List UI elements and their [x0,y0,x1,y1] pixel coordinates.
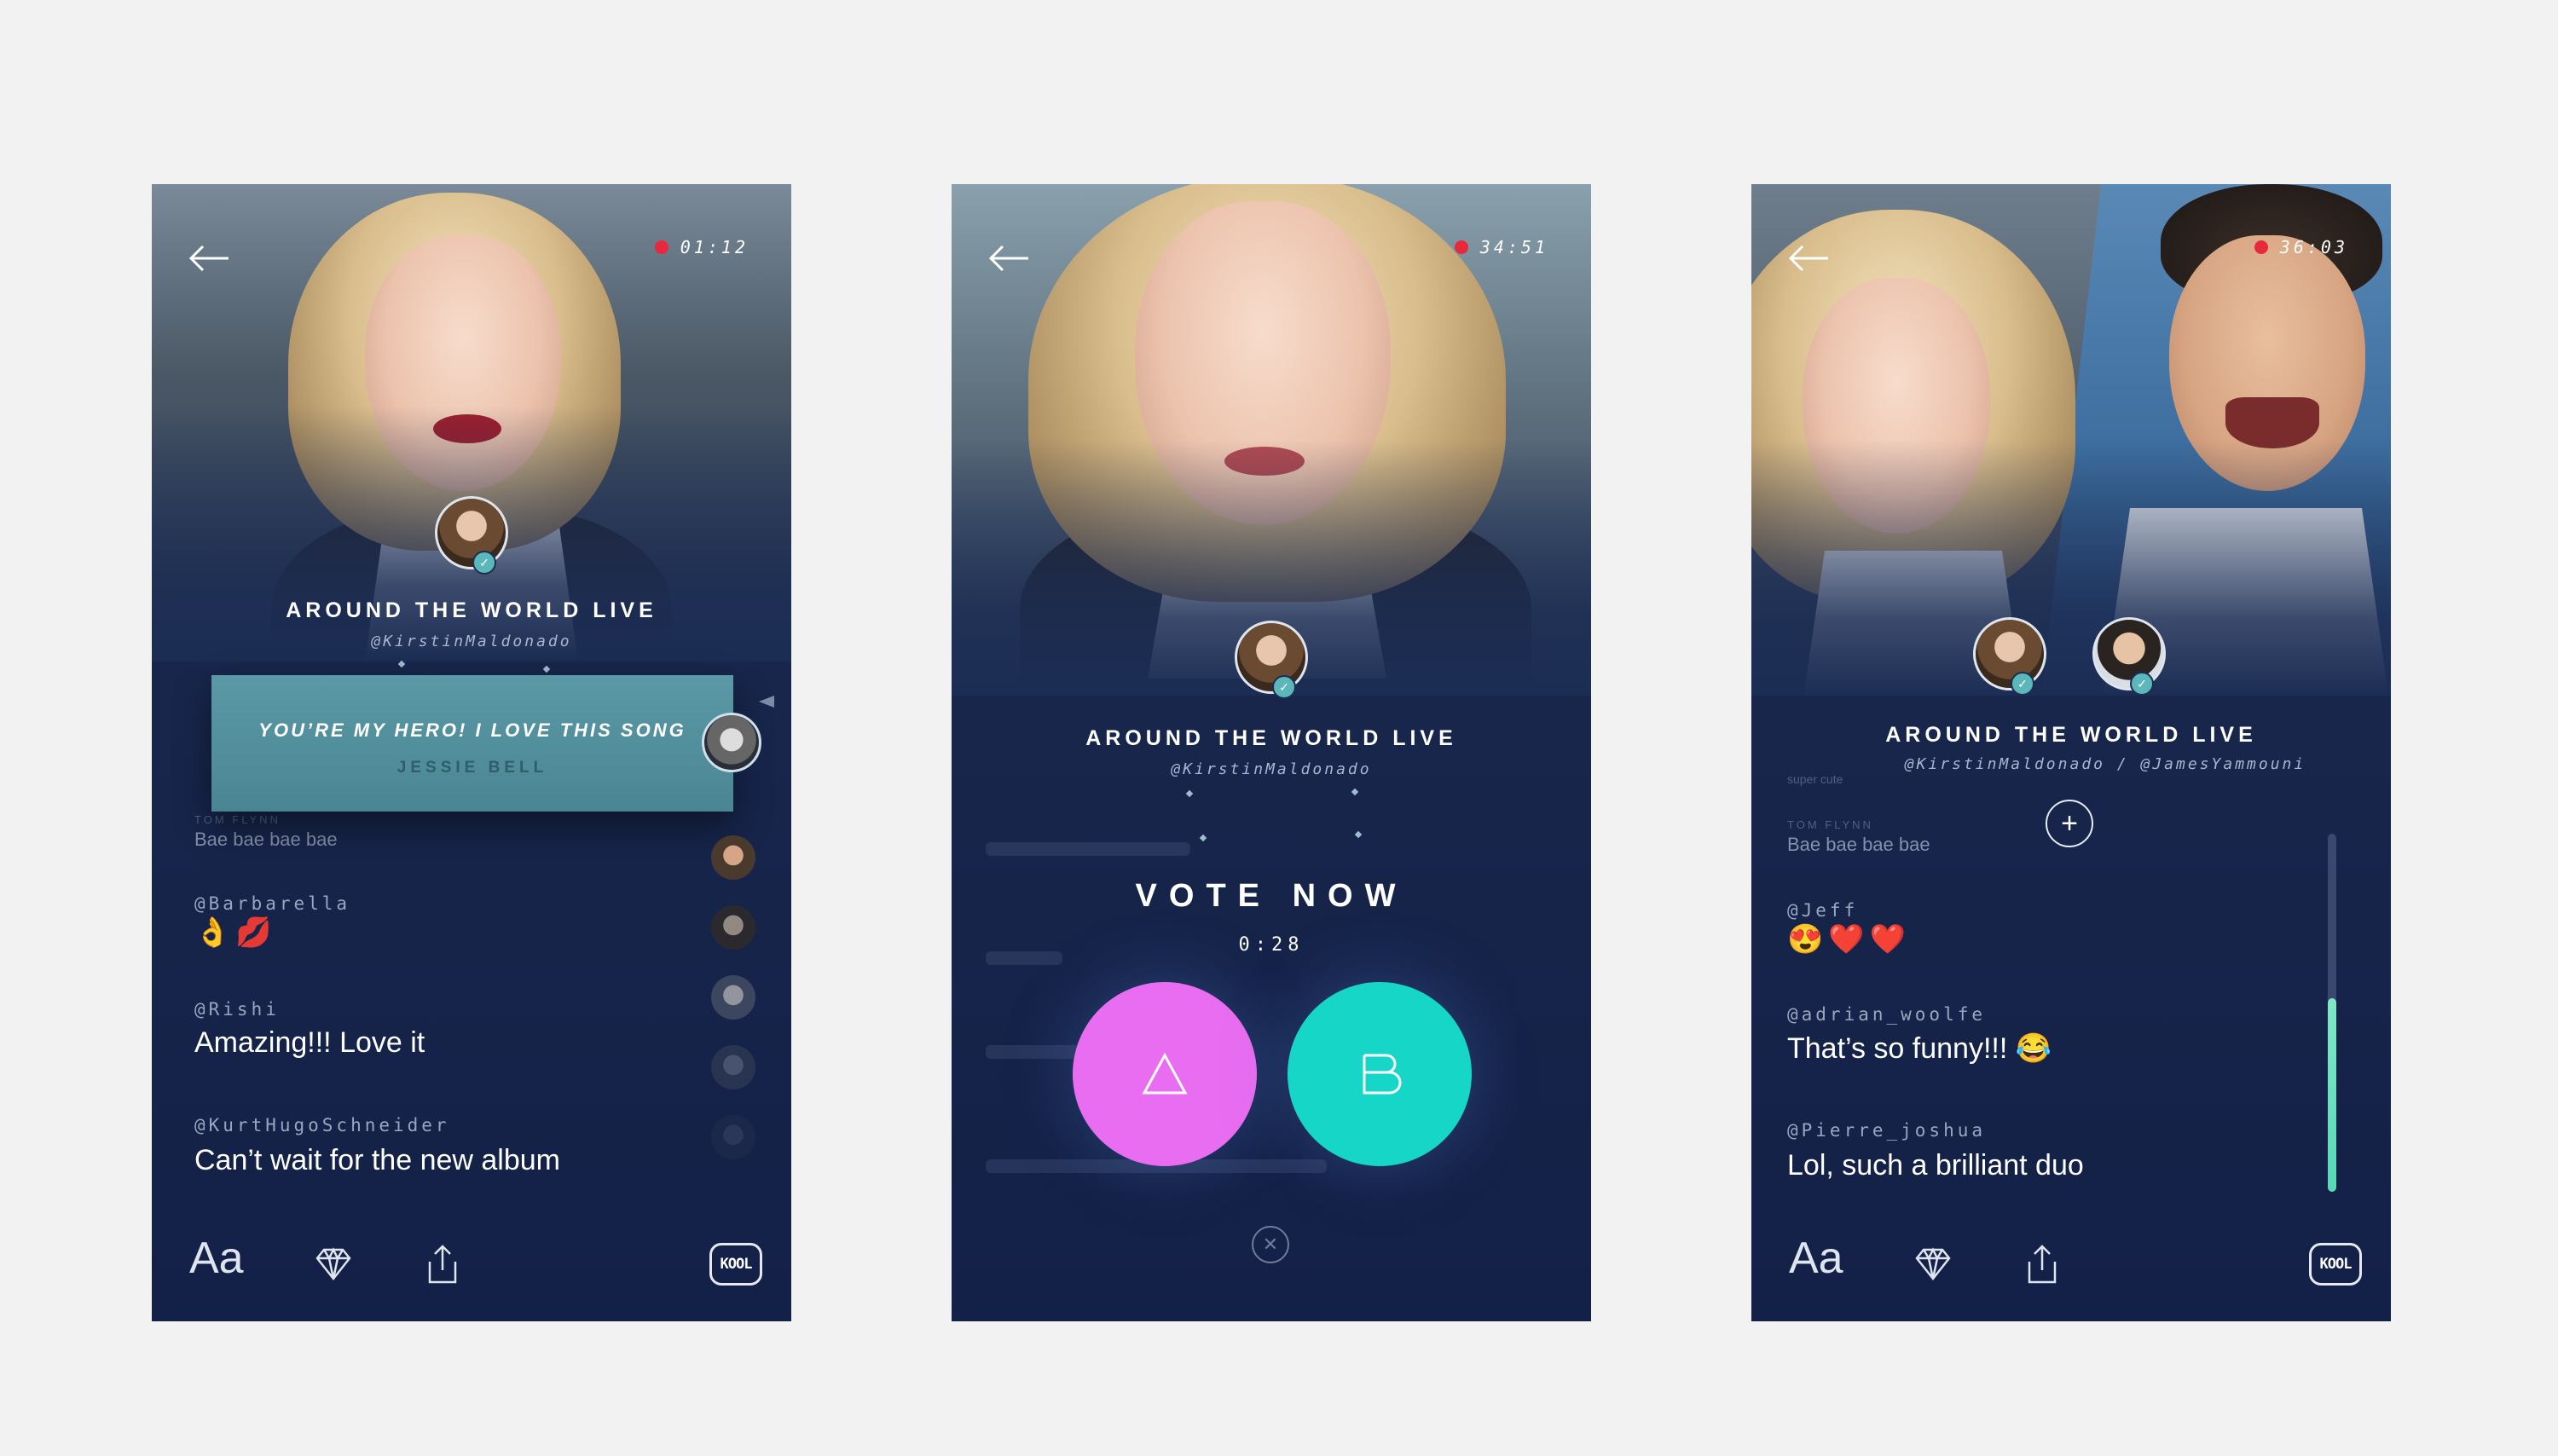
host-video-feed [952,184,1591,696]
chat-username[interactable]: @Barbarella [194,893,350,914]
verified-badge-icon: ✓ [472,551,496,575]
duo-handles[interactable]: @KirstinMaldonado / @JamesYammouni [1785,755,2391,773]
megaphone-icon [759,696,774,708]
vote-countdown: 0:28 [1238,934,1305,956]
bottom-toolbar: Aa KOOL [1751,1219,2391,1321]
show-title: AROUND THE WORLD LIVE [1085,726,1457,750]
chat-username-faded: TOM FLYNN [194,813,281,826]
duo-video-feed [1751,184,2391,696]
add-guest-button[interactable]: + [2046,800,2093,847]
text-style-button[interactable]: Aa [1789,1233,1843,1284]
live-stream-screen-solo: 01:12 ✓ AROUND THE WORLD LIVE @KirstinMa… [152,184,791,1321]
highlight-author-avatar[interactable] [702,713,761,772]
back-arrow-icon[interactable] [1785,239,1832,278]
live-indicator: 36:03 [2254,237,2348,257]
chat-message: Can’t wait for the new album [194,1144,560,1176]
verified-badge-icon: ✓ [2011,672,2034,696]
diamond-icon[interactable] [1910,1241,1956,1287]
chat-username[interactable]: @Jeff [1787,900,1858,921]
recording-dot-icon [2254,240,2268,254]
diamond-icon[interactable] [310,1241,356,1287]
vote-title: VOTE NOW [1135,878,1408,914]
host-avatar[interactable]: ✓ [1973,617,2046,696]
recording-dot-icon [654,240,668,254]
host-avatar[interactable]: ✓ [1235,621,1308,699]
host-handle[interactable]: @KirstinMaldonado [952,760,1591,778]
live-indicator: 01:12 [654,237,749,257]
kool-button[interactable]: KOOL [2309,1243,2362,1286]
vote-option-b-button[interactable] [1288,982,1472,1166]
viewer-avatar[interactable] [711,975,755,1020]
viewer-avatar[interactable] [711,835,755,880]
chat-message: Amazing!!! Love it [194,1026,425,1059]
live-timer: 34:51 [1479,237,1548,257]
chat-username[interactable]: @Rishi [194,999,280,1020]
live-indicator: 34:51 [1454,237,1548,257]
back-arrow-icon[interactable] [986,239,1032,278]
kool-button[interactable]: KOOL [709,1243,762,1286]
show-title: AROUND THE WORLD LIVE [286,598,657,622]
bottom-toolbar: Aa KOOL [152,1219,791,1321]
live-timer: 36:03 [2279,237,2348,257]
share-icon[interactable] [420,1241,466,1287]
viewer-avatar[interactable] [711,1115,755,1159]
live-timer: 01:12 [680,237,749,257]
option-b-icon [1363,1054,1402,1095]
chat-message-faded: Bae bae bae bae [194,829,338,850]
chat-username[interactable]: @Pierre_joshua [1787,1120,1986,1141]
guest-avatar[interactable]: ✓ [2092,617,2166,696]
recording-dot-icon [1454,240,1468,254]
chat-emoji-message: 😍❤️❤️ [1787,923,1912,956]
option-a-icon [1142,1052,1188,1095]
blurred-chat-row [986,842,1190,856]
text-style-button[interactable]: Aa [189,1233,244,1284]
show-title: AROUND THE WORLD LIVE [1885,723,2257,747]
chat-username[interactable]: @adrian_woolfe [1787,1004,1986,1025]
host-avatar[interactable]: ✓ [435,496,508,575]
chat-username-faded: TOM FLYNN [1787,818,1873,831]
share-icon[interactable] [2019,1241,2065,1287]
highlighted-message-card[interactable]: YOU’RE MY HERO! I LOVE THIS SONG JESSIE … [211,675,733,812]
viewer-avatar[interactable] [711,1045,755,1089]
highlighted-message-text: YOU’RE MY HERO! I LOVE THIS SONG [258,719,686,741]
chat-username[interactable]: @KurtHugoSchneider [194,1115,450,1135]
host-handle[interactable]: @KirstinMaldonado [152,633,791,650]
chat-message: That’s so funny!!! 😂 [1787,1032,2052,1065]
back-arrow-icon[interactable] [186,239,232,278]
chat-message: Lol, such a brilliant duo [1787,1149,2084,1182]
chat-emoji-message: 👌💋 [194,916,277,949]
close-icon[interactable]: ✕ [1252,1226,1289,1263]
highlighted-message-author: JESSIE BELL [396,759,548,777]
viewer-avatar[interactable] [711,905,755,950]
live-stream-screen-duo: 36:03 ✓ ✓ AROUND THE WORLD LIVE @Kirstin… [1751,184,2391,1321]
live-stream-screen-vote: 34:51 ✓ AROUND THE WORLD LIVE @KirstinMa… [952,184,1591,1321]
chat-message-faded: Bae bae bae bae [1787,834,1930,855]
verified-badge-icon: ✓ [2130,672,2154,696]
vote-option-a-button[interactable] [1073,982,1257,1166]
verified-badge-icon: ✓ [1272,675,1296,699]
hype-meter-fill [2328,998,2336,1192]
chat-message-faded: super cute [1787,772,1843,786]
